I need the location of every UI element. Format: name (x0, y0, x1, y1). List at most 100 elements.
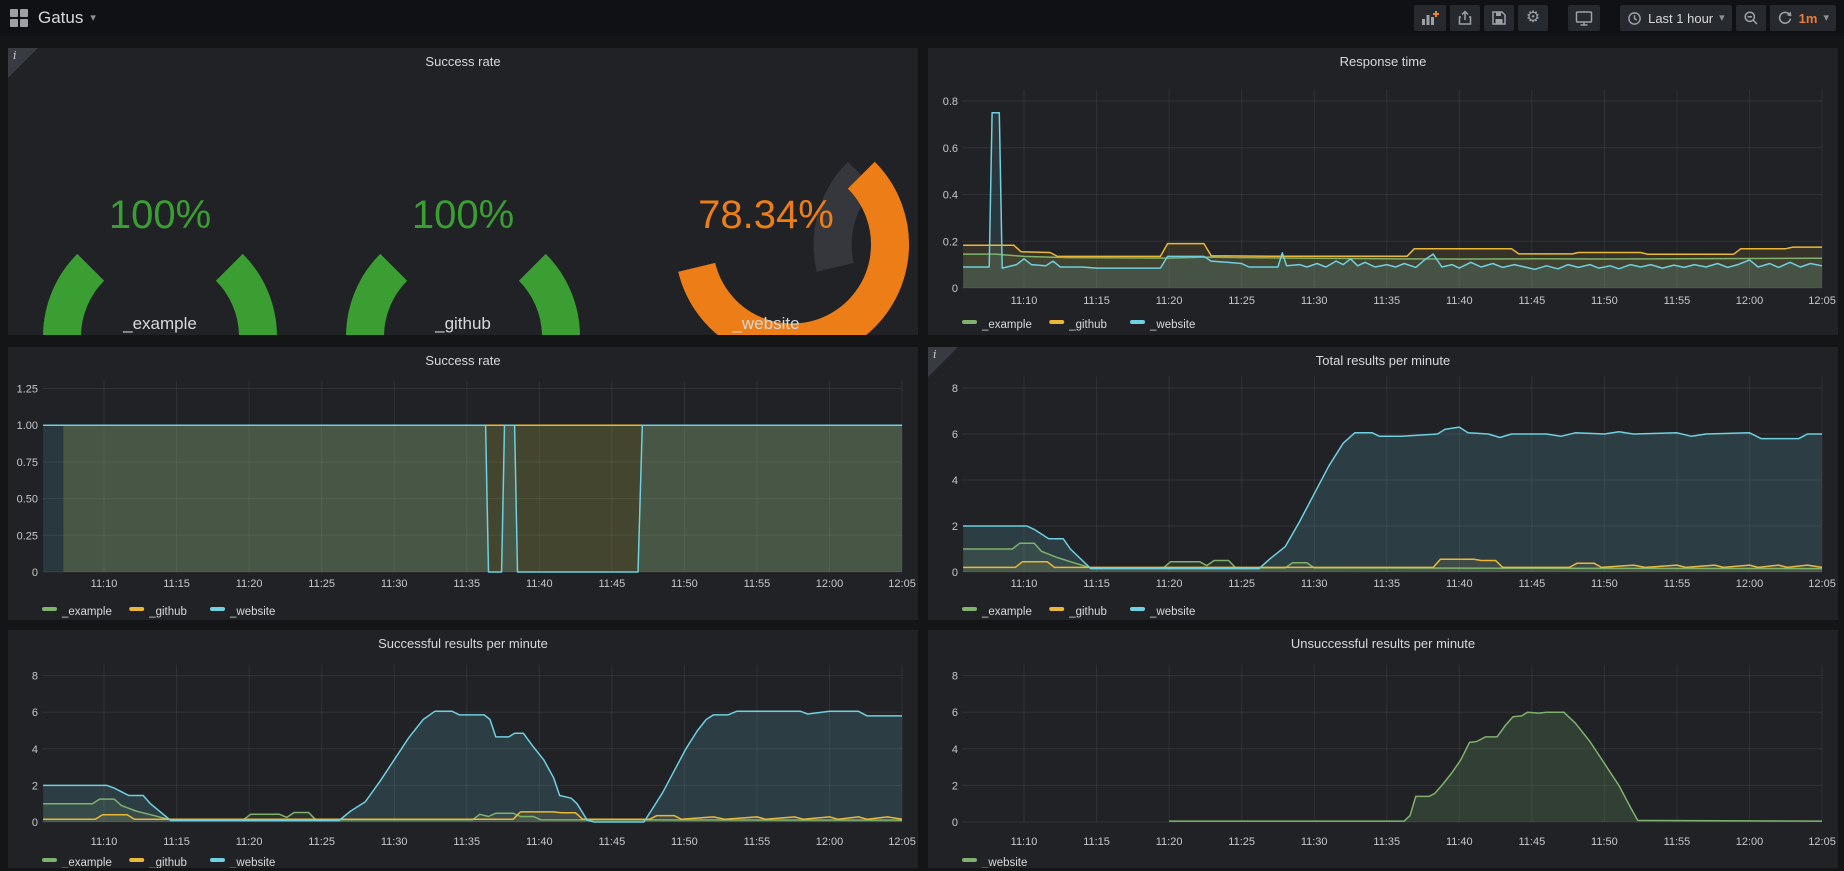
svg-text:12:05: 12:05 (1808, 578, 1836, 590)
svg-text:1.25: 1.25 (17, 384, 38, 396)
svg-text:4: 4 (952, 475, 958, 487)
panel-title[interactable]: Success rate (8, 347, 918, 375)
gear-icon: ⚙ (1526, 10, 1540, 26)
svg-text:11:30: 11:30 (1301, 295, 1328, 307)
svg-text:78.34%: 78.34% (698, 193, 834, 237)
svg-text:0: 0 (952, 817, 958, 829)
zoom-out-icon (1743, 10, 1759, 26)
svg-text:_example: _example (122, 314, 197, 333)
svg-text:11:10: 11:10 (91, 578, 118, 590)
svg-text:11:50: 11:50 (1591, 836, 1618, 848)
svg-text:12:05: 12:05 (1808, 295, 1836, 307)
svg-text:6: 6 (32, 707, 38, 719)
svg-text:0.6: 0.6 (943, 143, 958, 155)
svg-text:12:00: 12:00 (1736, 295, 1764, 307)
svg-text:11:55: 11:55 (1664, 295, 1691, 307)
svg-text:11:35: 11:35 (1373, 836, 1400, 848)
svg-text:_website: _website (731, 314, 799, 333)
panel-title[interactable]: Success rate (8, 48, 918, 76)
svg-text:11:30: 11:30 (1301, 578, 1328, 590)
navbar: Gatus ▾ ⚙ (0, 0, 1844, 36)
svg-text:11:20: 11:20 (1156, 578, 1183, 590)
dashboard-grid-icon[interactable] (10, 9, 28, 27)
time-range-picker[interactable]: Last 1 hour ▾ (1620, 5, 1732, 31)
svg-text:100%: 100% (412, 193, 514, 237)
svg-text:12:00: 12:00 (1736, 578, 1764, 590)
panel-info-icon[interactable]: i (928, 347, 958, 377)
svg-text:11:55: 11:55 (744, 836, 771, 848)
panel-title[interactable]: Total results per minute (928, 347, 1838, 375)
svg-text:11:55: 11:55 (1664, 836, 1691, 848)
svg-text:11:40: 11:40 (1446, 578, 1473, 590)
panel-success-rate-gauges: i Success rate 100%_example100%_github78… (8, 48, 918, 335)
svg-text:0: 0 (32, 567, 38, 579)
svg-text:_example: _example (61, 857, 112, 868)
dashboard-title-dropdown[interactable]: Gatus ▾ (38, 8, 96, 28)
refresh-icon (1777, 10, 1793, 26)
refresh-picker[interactable]: 1m ▾ (1770, 5, 1836, 31)
svg-text:11:50: 11:50 (1591, 295, 1618, 307)
chevron-down-icon: ▾ (1823, 13, 1829, 24)
svg-text:0.2: 0.2 (943, 236, 958, 248)
svg-text:12:00: 12:00 (816, 578, 844, 590)
svg-text:11:30: 11:30 (1301, 836, 1328, 848)
panel-successful-results: Successful results per minute 0246811:10… (8, 630, 918, 868)
svg-text:11:40: 11:40 (526, 578, 553, 590)
svg-text:_website: _website (981, 857, 1027, 868)
panel-success-rate-timeseries: Success rate 00.250.500.751.001.2511:101… (8, 347, 918, 620)
svg-text:11:15: 11:15 (163, 836, 190, 848)
panel-response-time: Response time 00.20.40.60.811:1011:1511:… (928, 48, 1838, 335)
monitor-icon (1575, 10, 1593, 26)
svg-text:11:40: 11:40 (1446, 295, 1473, 307)
svg-text:11:25: 11:25 (1228, 836, 1255, 848)
gauge-chart-canvas[interactable]: 100%_example100%_github78.34%_website (8, 76, 918, 335)
svg-text:0: 0 (952, 283, 958, 295)
svg-text:0.50: 0.50 (17, 494, 38, 506)
svg-text:11:10: 11:10 (1011, 295, 1038, 307)
save-icon (1491, 10, 1507, 26)
svg-text:11:25: 11:25 (308, 836, 335, 848)
svg-text:11:50: 11:50 (1591, 578, 1618, 590)
panel-title[interactable]: Successful results per minute (8, 630, 918, 658)
svg-text:11:45: 11:45 (1518, 578, 1545, 590)
svg-text:11:15: 11:15 (1083, 578, 1110, 590)
line-chart-canvas[interactable]: 0246811:1011:1511:2011:2511:3011:3511:40… (928, 375, 1838, 620)
save-button[interactable] (1484, 5, 1514, 31)
svg-text:11:35: 11:35 (453, 578, 480, 590)
svg-text:11:20: 11:20 (1156, 836, 1183, 848)
line-chart-canvas[interactable]: 0246811:1011:1511:2011:2511:3011:3511:40… (8, 658, 918, 868)
svg-text:12:05: 12:05 (888, 836, 916, 848)
time-range-label: Last 1 hour (1648, 11, 1713, 26)
line-chart-canvas[interactable]: 0246811:1011:1511:2011:2511:3011:3511:40… (928, 658, 1838, 868)
panel-title[interactable]: Response time (928, 48, 1838, 76)
svg-text:_github: _github (1068, 606, 1107, 618)
svg-text:11:45: 11:45 (1518, 295, 1545, 307)
settings-button[interactable]: ⚙ (1518, 5, 1548, 31)
svg-text:0.4: 0.4 (943, 190, 958, 202)
svg-text:6: 6 (952, 707, 958, 719)
line-chart-canvas[interactable]: 00.20.40.60.811:1011:1511:2011:2511:3011… (928, 76, 1838, 335)
svg-text:4: 4 (952, 744, 958, 756)
line-chart-canvas[interactable]: 00.250.500.751.001.2511:1011:1511:2011:2… (8, 375, 918, 620)
zoom-out-button[interactable] (1736, 5, 1766, 31)
svg-text:_example: _example (61, 606, 112, 618)
share-button[interactable] (1450, 5, 1480, 31)
svg-text:11:40: 11:40 (1446, 836, 1473, 848)
svg-text:100%: 100% (109, 193, 211, 237)
svg-text:1.00: 1.00 (17, 420, 38, 432)
refresh-interval-label: 1m (1799, 11, 1818, 26)
panel-title[interactable]: Unsuccessful results per minute (928, 630, 1838, 658)
svg-text:11:40: 11:40 (526, 836, 553, 848)
svg-text:_github: _github (148, 857, 187, 868)
svg-text:6: 6 (952, 429, 958, 441)
panel-info-icon[interactable]: i (8, 48, 38, 78)
svg-text:11:55: 11:55 (744, 578, 771, 590)
cycle-view-button[interactable] (1568, 5, 1600, 31)
svg-text:12:00: 12:00 (816, 836, 844, 848)
svg-text:_example: _example (981, 606, 1032, 618)
svg-text:0.8: 0.8 (943, 96, 958, 108)
svg-text:11:45: 11:45 (598, 578, 625, 590)
share-icon (1457, 10, 1473, 26)
svg-text:11:50: 11:50 (671, 578, 698, 590)
add-panel-button[interactable] (1414, 5, 1446, 31)
